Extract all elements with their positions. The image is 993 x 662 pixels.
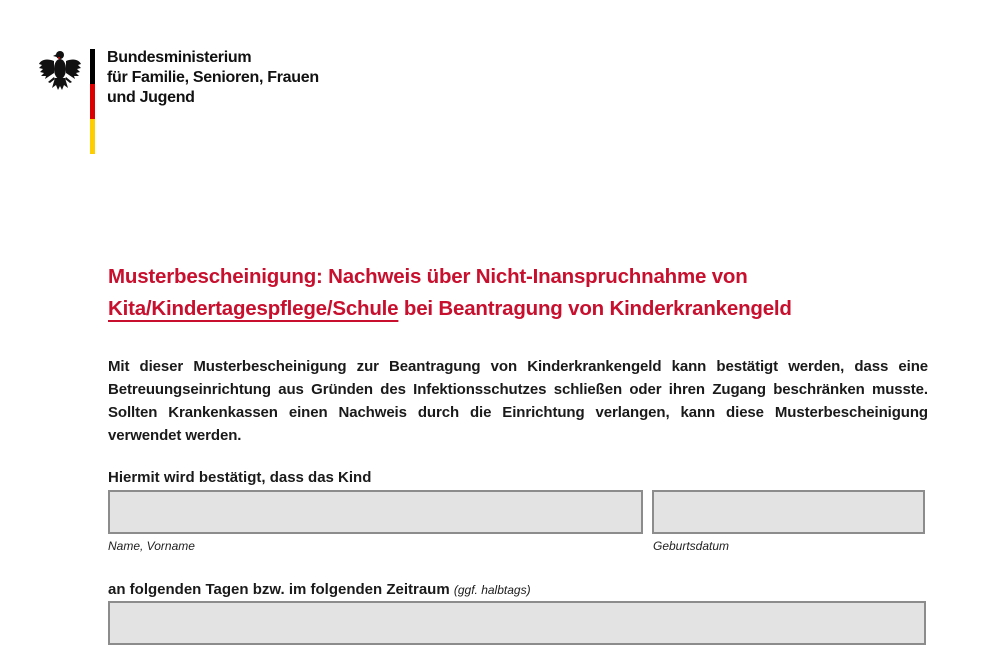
name-caption: Name, Vorname <box>108 539 195 553</box>
title-line-2: Kita/Kindertagespflege/Schule bei Beantr… <box>108 293 938 325</box>
federal-eagle-icon <box>39 51 81 90</box>
birthdate-field[interactable] <box>652 490 925 534</box>
ministry-line-1: Bundesministerium <box>107 49 252 66</box>
period-label: an folgenden Tagen bzw. im folgenden Zei… <box>108 581 531 598</box>
confirm-label: Hiermit wird bestätigt, dass das Kind <box>108 469 372 486</box>
document-title: Musterbescheinigung: Nachweis über Nicht… <box>108 261 938 325</box>
period-label-text: an folgenden Tagen bzw. im folgenden Zei… <box>108 581 450 598</box>
birthdate-caption: Geburtsdatum <box>653 539 730 553</box>
ministry-line-3: und Jugend <box>107 89 195 106</box>
ministry-name: Bundesministerium für Familie, Senioren,… <box>107 48 319 108</box>
ministry-line-2: für Familie, Senioren, Frauen <box>107 69 319 86</box>
flag-red <box>90 84 95 119</box>
flag-gold <box>90 119 95 154</box>
name-field[interactable] <box>108 490 643 534</box>
german-flag-stripe <box>90 49 95 154</box>
intro-paragraph: Mit dieser Musterbescheinigung zur Beant… <box>108 358 928 444</box>
flag-black <box>90 49 95 84</box>
title-line-2-rest: bei Beantragung von Kinderkrankengeld <box>398 297 792 320</box>
title-underlined-part: Kita/Kindertagespflege/Schule <box>108 297 399 320</box>
period-hint: (ggf. halbtags) <box>453 583 531 597</box>
period-field[interactable] <box>108 601 926 645</box>
title-line-1: Musterbescheinigung: Nachweis über Nicht… <box>108 265 748 288</box>
